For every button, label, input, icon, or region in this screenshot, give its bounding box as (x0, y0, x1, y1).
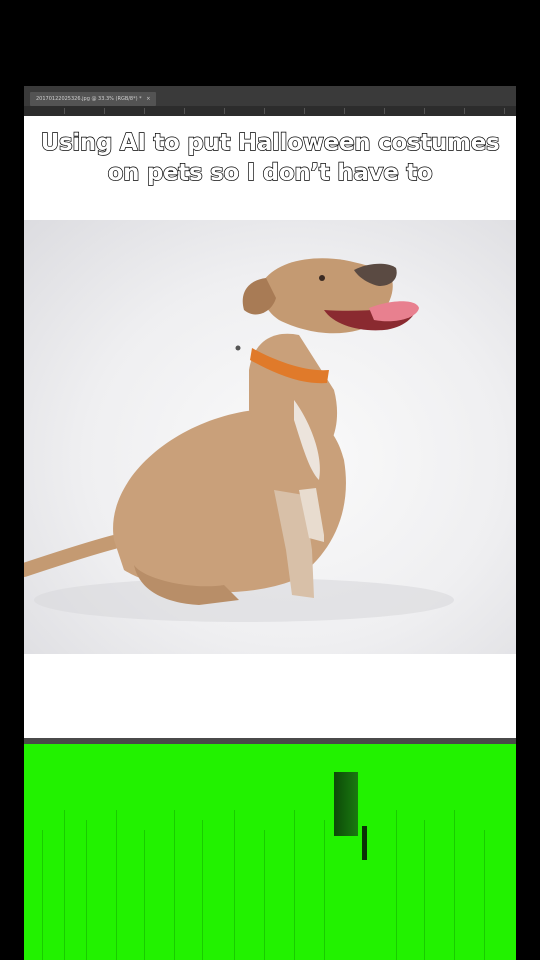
canvas-bottom-margin (24, 654, 516, 738)
scanline (86, 820, 87, 960)
scanline (144, 830, 145, 960)
dog-tail (24, 535, 121, 577)
scanline (202, 820, 203, 960)
scanline (396, 810, 397, 960)
document-tab[interactable]: 20170122025326.jpg @ 33.3% (RGB/8*) * × (30, 92, 157, 106)
scanline (294, 810, 295, 960)
dog-photo (24, 220, 516, 654)
glitch-block (334, 772, 358, 836)
document-tab-title: 20170122025326.jpg @ 33.3% (RGB/8*) * (36, 96, 142, 102)
editor-toolbar: 20170122025326.jpg @ 33.3% (RGB/8*) * × (24, 86, 516, 116)
collar-tag (235, 345, 241, 351)
horizontal-ruler (24, 106, 516, 116)
scanline (42, 830, 43, 960)
scanline (424, 820, 425, 960)
scanline (454, 810, 455, 960)
scanline (234, 810, 235, 960)
video-frame: 20170122025326.jpg @ 33.3% (RGB/8*) * × (24, 86, 516, 960)
glitch-block (362, 826, 367, 860)
greenscreen-panel (24, 744, 516, 960)
scanline (264, 830, 265, 960)
scanline (324, 820, 325, 960)
dog-illustration (24, 258, 454, 622)
scanline (174, 810, 175, 960)
scanline (116, 810, 117, 960)
dog-eye (319, 275, 325, 281)
scanline (64, 810, 65, 960)
close-icon[interactable]: × (146, 96, 150, 102)
video-caption: Using AI to put Halloween costumes on pe… (40, 129, 501, 186)
scanline (484, 830, 485, 960)
